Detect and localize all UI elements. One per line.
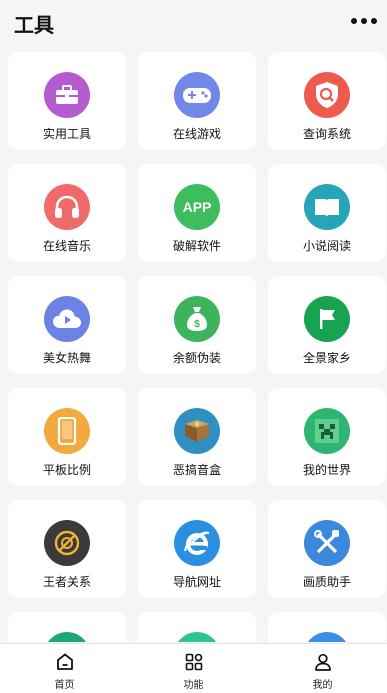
- tool-grid: 实用工具 在线游戏 查询系统 在线音乐 APP 破解软件 小说阅读 美女热舞 $…: [8, 52, 386, 642]
- grid-icon: [185, 653, 202, 671]
- tool-label: 在线音乐: [42, 239, 91, 253]
- book-icon: [304, 184, 350, 230]
- tool-label: 查询系统: [302, 127, 351, 141]
- tool-card-tablet-ratio[interactable]: 平板比例: [8, 388, 126, 486]
- tool-card-prank-music-box[interactable]: 恶搞音盒: [138, 388, 256, 486]
- music-box-icon: [174, 408, 220, 454]
- tool-card-utility[interactable]: 实用工具: [8, 52, 126, 150]
- bottom-tab-bar: 首页 功能 我的: [0, 643, 387, 693]
- user-icon: [314, 653, 331, 671]
- tool-card-online-music[interactable]: 在线音乐: [8, 164, 126, 262]
- tool-card-novel-reading[interactable]: 小说阅读: [268, 164, 386, 262]
- tool-label: 王者关系: [42, 575, 91, 589]
- tool-card-graphics-helper[interactable]: 画质助手: [268, 500, 386, 598]
- tab-label: 首页: [54, 680, 75, 691]
- tab-label: 功能: [183, 680, 204, 691]
- tool-card-partial-3[interactable]: [268, 612, 386, 642]
- tool-label: 小说阅读: [302, 239, 351, 253]
- tool-label: 平板比例: [42, 463, 91, 477]
- more-menu-icon[interactable]: [351, 14, 377, 28]
- partial-tool-icon: [174, 632, 220, 642]
- tool-label: 全景家乡: [302, 351, 351, 365]
- app-icon-text: APP: [182, 199, 212, 215]
- tool-label: 美女热舞: [42, 351, 91, 365]
- home-icon: [56, 653, 73, 670]
- tool-card-partial-2[interactable]: [138, 612, 256, 642]
- tool-label: 恶搞音盒: [172, 463, 221, 477]
- tool-card-online-games[interactable]: 在线游戏: [138, 52, 256, 150]
- tool-card-king-relation[interactable]: 王者关系: [8, 500, 126, 598]
- cloud-play-icon: [44, 296, 90, 342]
- headphones-icon: [44, 184, 90, 230]
- tool-card-dance-video[interactable]: 美女热舞: [8, 276, 126, 374]
- gamepad-icon: [174, 72, 220, 118]
- tab-home[interactable]: 首页: [0, 644, 129, 693]
- shield-search-icon: [304, 72, 350, 118]
- browser-ie-icon: [174, 520, 220, 566]
- tab-features[interactable]: 功能: [129, 644, 258, 693]
- flag-icon: [304, 296, 350, 342]
- tool-label: 破解软件: [172, 239, 221, 253]
- app-badge-icon: APP: [174, 184, 220, 230]
- tool-label: 导航网址: [172, 575, 221, 589]
- target-icon: [44, 520, 90, 566]
- tool-label: 在线游戏: [172, 127, 221, 141]
- tool-card-partial-1[interactable]: [8, 612, 126, 642]
- creeper-icon: [304, 408, 350, 454]
- tab-mine[interactable]: 我的: [258, 644, 387, 693]
- tool-label: 我的世界: [302, 463, 351, 477]
- tool-label: 实用工具: [42, 127, 91, 141]
- partial-tool-icon: [304, 632, 350, 642]
- money-bag-icon: $: [174, 296, 220, 342]
- toolbox-icon: [44, 72, 90, 118]
- tool-card-cracked-software[interactable]: APP 破解软件: [138, 164, 256, 262]
- svg-text:$: $: [194, 319, 200, 330]
- tool-card-panorama-hometown[interactable]: 全景家乡: [268, 276, 386, 374]
- page-title: 工具: [14, 13, 54, 37]
- top-bar: 工具: [0, 0, 387, 46]
- tool-card-query-system[interactable]: 查询系统: [268, 52, 386, 150]
- tab-label: 我的: [312, 680, 333, 691]
- tools-wrench-icon: [304, 520, 350, 566]
- tool-card-balance-disguise[interactable]: $ 余额伪装: [138, 276, 256, 374]
- tool-label: 画质助手: [302, 575, 351, 589]
- tool-label: 余额伪装: [172, 351, 221, 365]
- tablet-icon: [44, 408, 90, 454]
- partial-tool-icon: [44, 632, 90, 642]
- tool-card-minecraft[interactable]: 我的世界: [268, 388, 386, 486]
- tool-card-navigation-urls[interactable]: 导航网址: [138, 500, 256, 598]
